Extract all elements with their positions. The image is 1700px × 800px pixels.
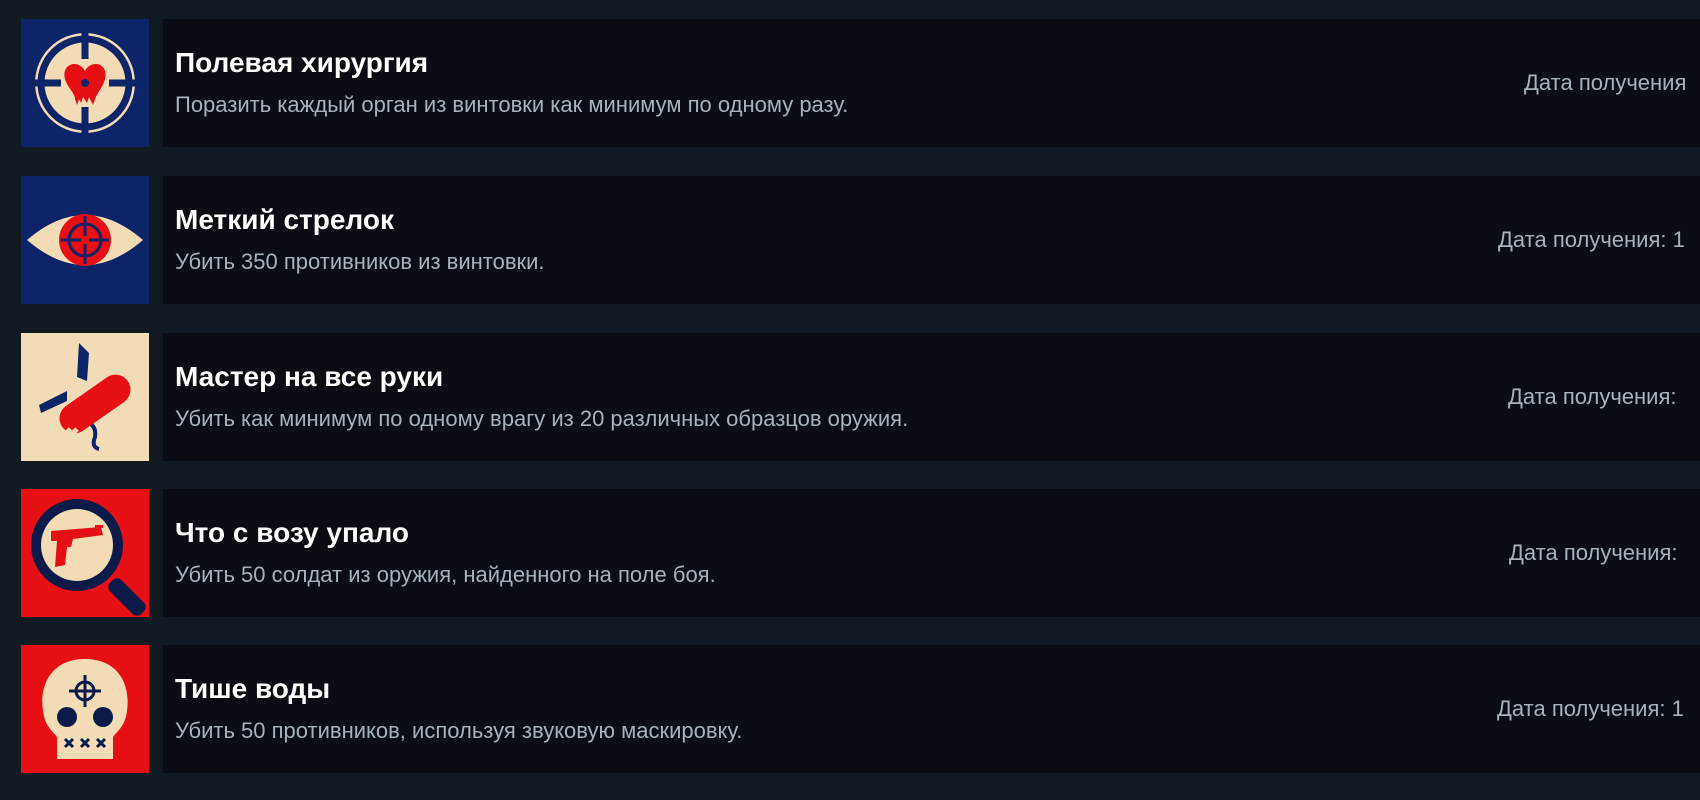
achievement-panel: Полевая хирургия Поразить каждый орган и… — [163, 19, 1700, 147]
achievement-description: Поразить каждый орган из винтовки как ми… — [175, 92, 849, 117]
achievement-description: Убить 50 противников, используя звуковую… — [175, 718, 743, 743]
achievement-panel: Мастер на все руки Убить как минимум по … — [163, 333, 1700, 461]
achievement-panel: Что с возу упало Убить 50 солдат из оруж… — [163, 489, 1700, 617]
achievement-row-3[interactable]: Мастер на все руки Убить как минимум по … — [0, 333, 1700, 461]
achievement-unlock-date: Дата получения: — [1509, 540, 1678, 565]
achievement-unlock-date: Дата получения: 1 — [1497, 696, 1684, 721]
achievement-row-1[interactable]: Полевая хирургия Поразить каждый орган и… — [0, 19, 1700, 147]
achievement-title: Мастер на все руки — [175, 361, 444, 392]
crosshair-heart-icon — [21, 19, 149, 147]
achievement-title: Что с возу упало — [175, 517, 409, 548]
achievement-description: Убить 50 солдат из оружия, найденного на… — [175, 562, 716, 587]
eye-crosshair-icon — [21, 176, 149, 304]
achievement-unlock-date: Дата получения: — [1508, 384, 1677, 409]
achievement-description: Убить как минимум по одному врагу из 20 … — [175, 406, 909, 431]
skull-crosshair-icon — [21, 645, 149, 773]
achievement-row-2[interactable]: Меткий стрелок Убить 350 противников из … — [0, 176, 1700, 304]
achievements-page: Полевая хирургия Поразить каждый орган и… — [0, 0, 1700, 800]
achievement-title: Меткий стрелок — [175, 204, 394, 235]
magnifier-pistol-icon — [21, 489, 149, 617]
multitool-knife-icon — [21, 333, 149, 461]
achievement-row-4[interactable]: Что с возу упало Убить 50 солдат из оруж… — [0, 489, 1700, 617]
achievement-unlock-date: Дата получения — [1524, 70, 1687, 95]
achievement-title: Тише воды — [175, 673, 331, 704]
achievement-description: Убить 350 противников из винтовки. — [175, 249, 545, 274]
achievement-panel: Тише воды Убить 50 противников, использу… — [163, 645, 1700, 773]
achievement-title: Полевая хирургия — [175, 47, 429, 78]
achievement-unlock-date: Дата получения: 1 — [1498, 227, 1685, 252]
achievement-panel: Меткий стрелок Убить 350 противников из … — [163, 176, 1700, 304]
achievement-row-5[interactable]: Тише воды Убить 50 противников, использу… — [0, 645, 1700, 773]
